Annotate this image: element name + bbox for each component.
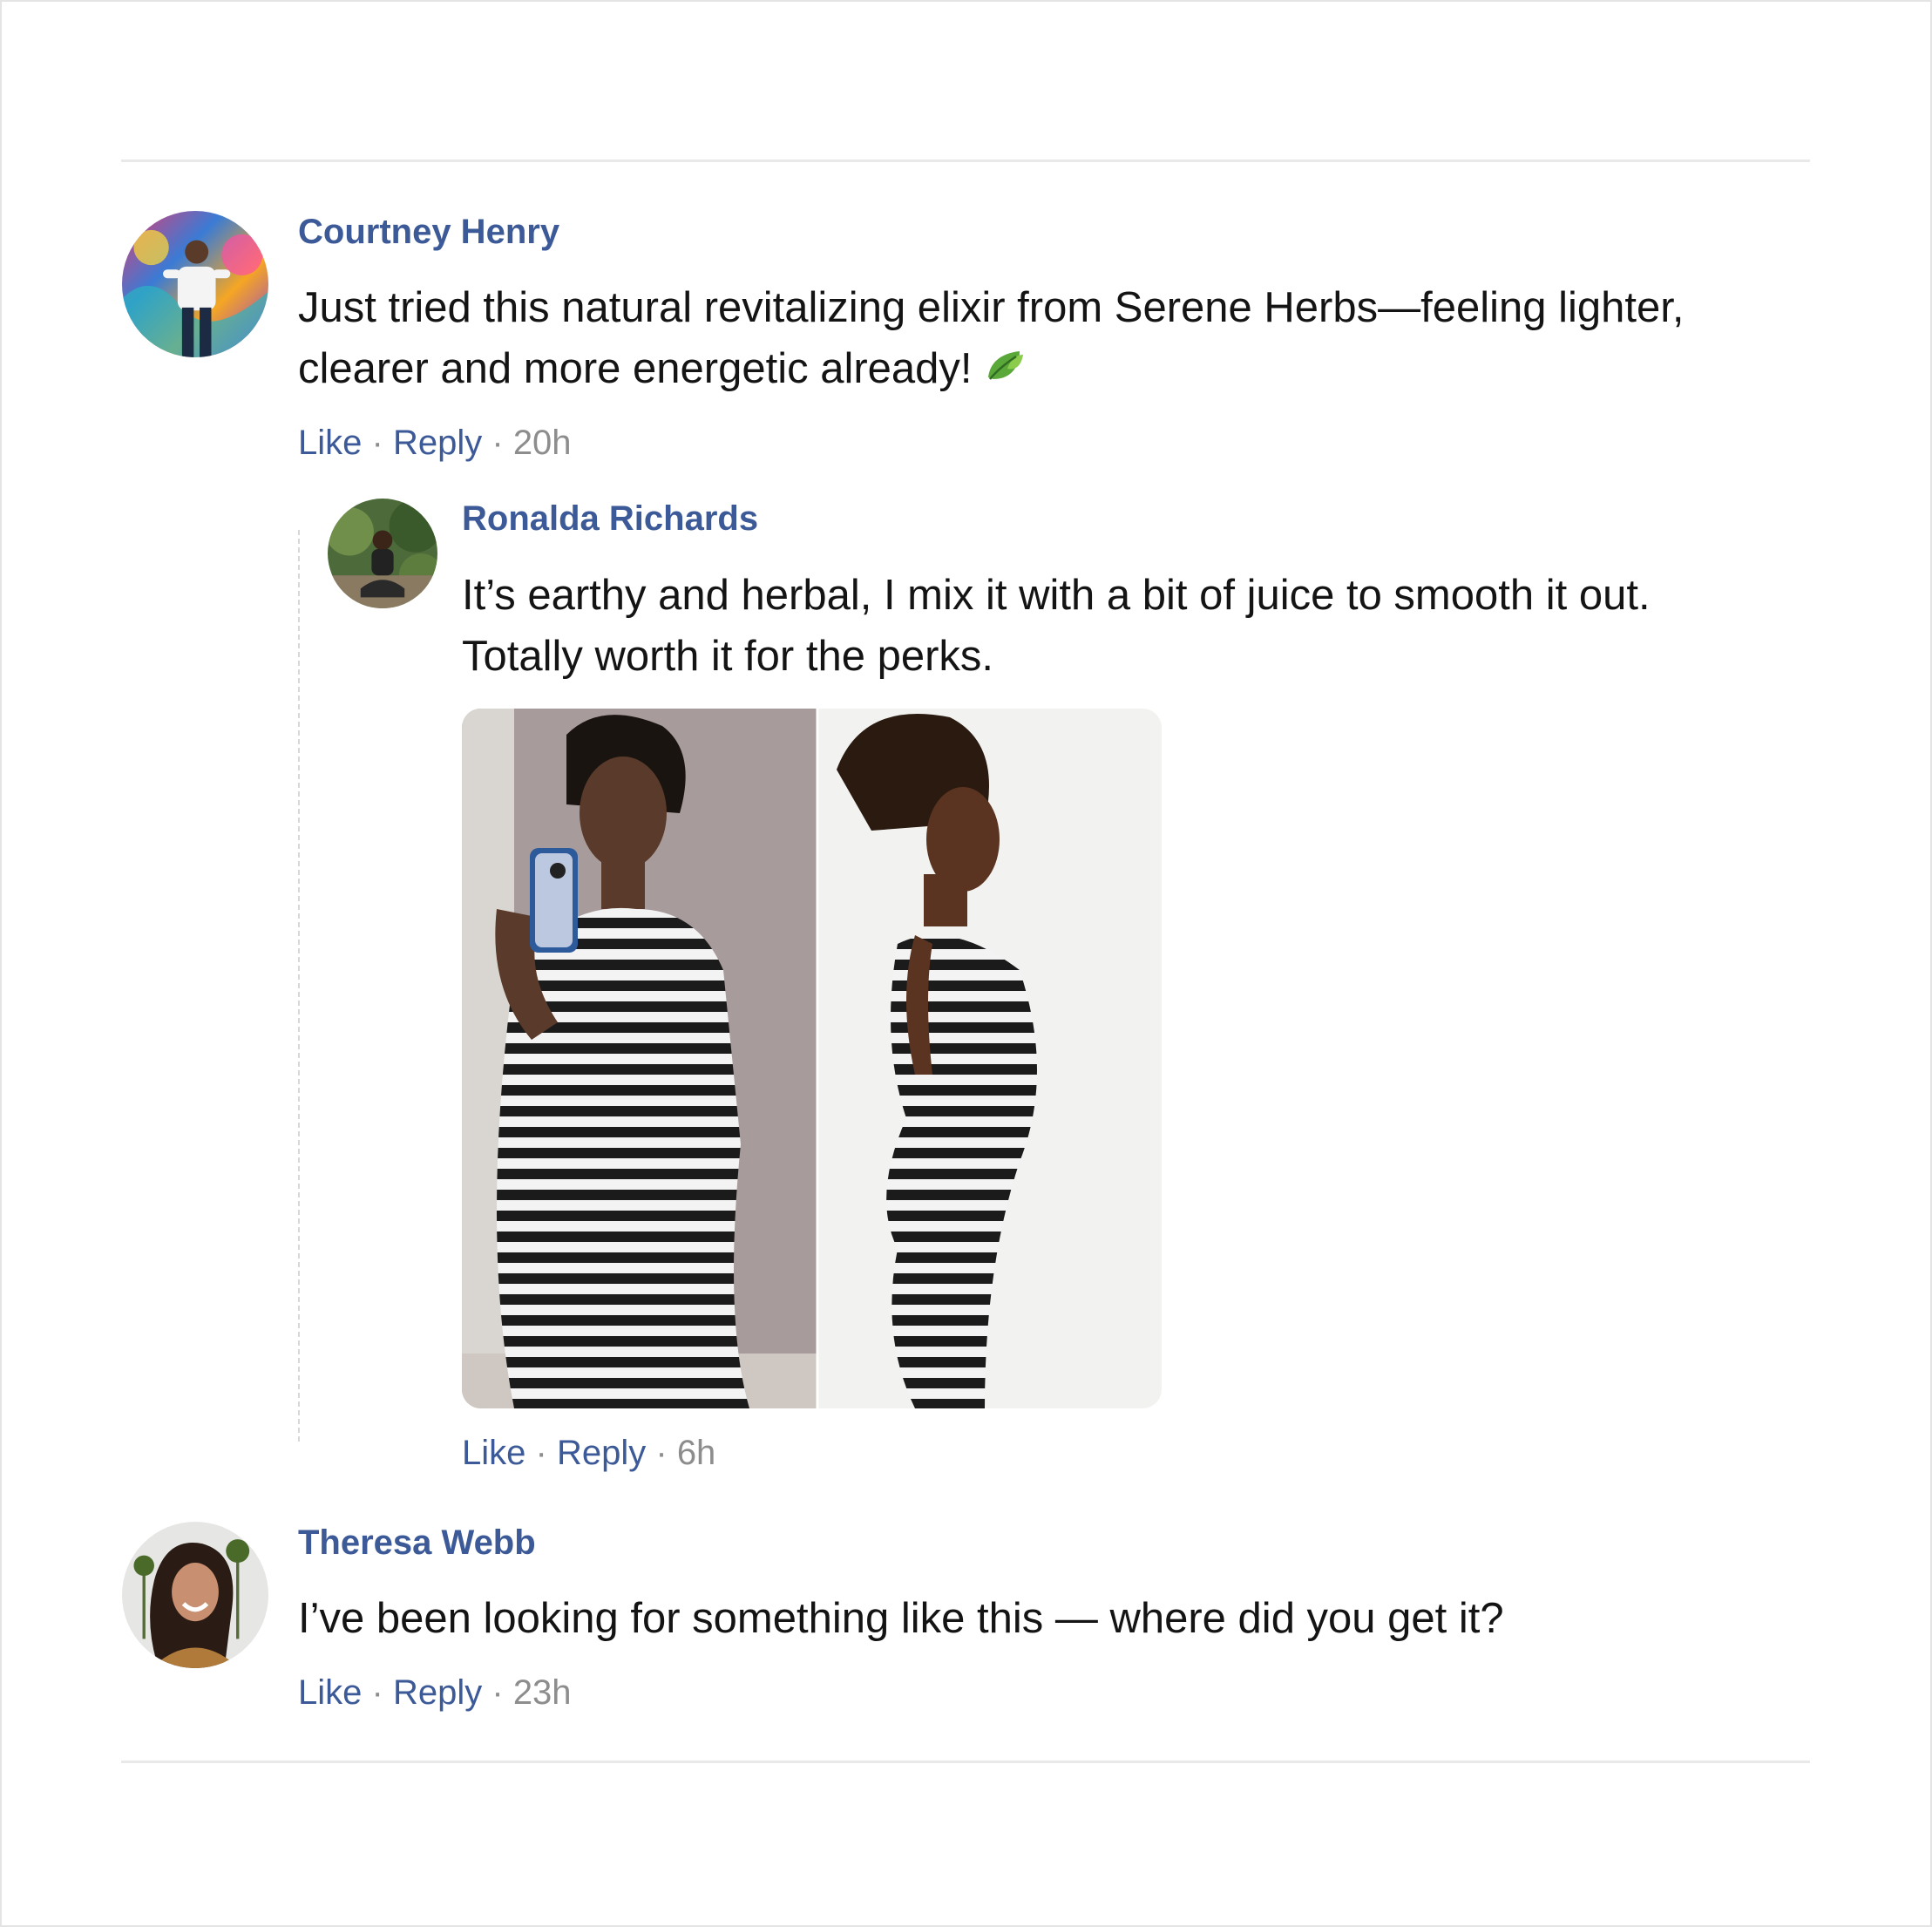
comment-text: It’s earthy and herbal, I mix it with a … [462, 565, 1651, 687]
like-button[interactable]: Like [298, 1673, 362, 1712]
comment-actions: Like · Reply · 20h [298, 424, 572, 463]
avatar-ronalda-richards[interactable] [328, 499, 437, 608]
reply-button[interactable]: Reply [557, 1434, 646, 1472]
like-button[interactable]: Like [462, 1434, 525, 1472]
timestamp: 23h [512, 1673, 572, 1712]
before-after-photo-icon [462, 709, 1162, 1408]
comment-author[interactable]: Courtney Henry [298, 213, 559, 252]
comment-photo[interactable] [462, 709, 1162, 1408]
timestamp: 6h [676, 1434, 716, 1472]
separator: · [371, 424, 383, 462]
reply-button[interactable]: Reply [393, 1673, 482, 1712]
comment-actions: Like · Reply · 23h [298, 1673, 572, 1713]
comment-author[interactable]: Ronalda Richards [462, 499, 758, 539]
separator: · [535, 1434, 547, 1472]
separator: · [491, 1673, 504, 1712]
separator: · [655, 1434, 668, 1472]
comment-text: Just tried this natural revitalizing eli… [298, 277, 1684, 404]
reply-thread-line [298, 530, 300, 1442]
comment-text-line: It’s earthy and herbal, I mix it with a … [462, 572, 1651, 619]
comment-author[interactable]: Theresa Webb [298, 1523, 536, 1563]
comment-actions: Like · Reply · 6h [462, 1434, 715, 1473]
comment-text: I’ve been looking for something like thi… [298, 1588, 1504, 1649]
reply-button[interactable]: Reply [393, 424, 482, 462]
timestamp: 20h [512, 424, 572, 462]
separator: · [371, 1673, 383, 1712]
comment-text-line: I’ve been looking for something like thi… [298, 1595, 1504, 1642]
like-button[interactable]: Like [298, 424, 362, 462]
avatar-theresa-webb[interactable] [122, 1522, 268, 1668]
avatar-courtney-henry[interactable] [122, 211, 268, 357]
top-divider [121, 159, 1810, 162]
comment-text-line: clearer and more energetic already! [298, 338, 1684, 404]
comment-text-line: Just tried this natural revitalizing eli… [298, 284, 1685, 331]
comment-text-line: Totally worth it for the perks. [462, 633, 994, 680]
leaf-icon [981, 343, 1027, 404]
comment-text-line-content: clearer and more energetic already! [298, 345, 973, 392]
separator: · [491, 424, 504, 462]
bottom-divider [121, 1761, 1810, 1763]
